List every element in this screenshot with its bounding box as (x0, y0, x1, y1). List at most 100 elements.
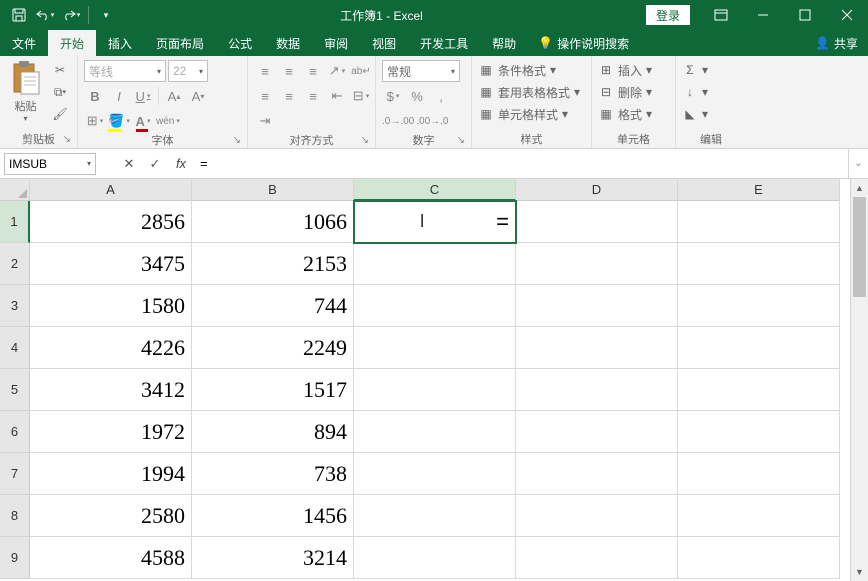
align-right-icon[interactable]: ≡ (302, 85, 324, 107)
cell-b5[interactable]: 1517 (192, 369, 354, 411)
fill-color-button[interactable]: 🪣▾ (108, 110, 130, 132)
qat-customize-icon[interactable]: ▾ (95, 4, 117, 26)
cell-b4[interactable]: 2249 (192, 327, 354, 369)
cell-a5[interactable]: 3412 (30, 369, 192, 411)
formula-input[interactable] (194, 153, 848, 175)
format-as-table-button[interactable]: ▦套用表格格式▾ (478, 82, 580, 102)
expand-formula-bar-icon[interactable]: ⌄ (848, 149, 868, 178)
tab-developer[interactable]: 开发工具 (408, 30, 480, 56)
merge-center-icon[interactable]: ⊟▾ (350, 85, 372, 107)
cell-a7[interactable]: 1994 (30, 453, 192, 495)
align-top-icon[interactable]: ≡ (254, 60, 276, 82)
login-button[interactable]: 登录 (646, 5, 690, 25)
tab-data[interactable]: 数据 (264, 30, 312, 56)
scroll-thumb[interactable] (853, 197, 866, 297)
cell-d9[interactable] (516, 537, 678, 579)
percent-format-icon[interactable]: % (406, 85, 428, 107)
cell-e3[interactable] (678, 285, 840, 327)
italic-button[interactable]: I (108, 85, 130, 107)
align-middle-icon[interactable]: ≡ (278, 60, 300, 82)
decrease-indent-icon[interactable]: ⇤ (326, 85, 348, 107)
format-cells-button[interactable]: ▦格式▾ (598, 104, 652, 124)
ribbon-options-icon[interactable] (700, 0, 742, 30)
close-icon[interactable] (826, 0, 868, 30)
cell-a2[interactable]: 3475 (30, 243, 192, 285)
row-header-8[interactable]: 8 (0, 495, 30, 537)
tab-file[interactable]: 文件 (0, 30, 48, 56)
row-header-5[interactable]: 5 (0, 369, 30, 411)
row-header-3[interactable]: 3 (0, 285, 30, 327)
tab-help[interactable]: 帮助 (480, 30, 528, 56)
cell-d3[interactable] (516, 285, 678, 327)
cell-c2[interactable] (354, 243, 516, 285)
cell-d1[interactable] (516, 201, 678, 243)
cell-c1[interactable]: I= (354, 201, 516, 243)
increase-font-icon[interactable]: A▴ (163, 85, 185, 107)
decrease-font-icon[interactable]: A▾ (187, 85, 209, 107)
scroll-track[interactable] (851, 197, 868, 563)
row-header-7[interactable]: 7 (0, 453, 30, 495)
column-header-d[interactable]: D (516, 179, 678, 201)
scroll-down-icon[interactable]: ▼ (851, 563, 868, 581)
cell-e6[interactable] (678, 411, 840, 453)
name-box[interactable]: IMSUB▾ (4, 153, 96, 175)
vertical-scrollbar[interactable]: ▲ ▼ (850, 179, 868, 581)
phonetic-button[interactable]: wén▾ (156, 110, 180, 132)
cut-icon[interactable]: ✂ (49, 60, 71, 80)
tab-insert[interactable]: 插入 (96, 30, 144, 56)
tab-home[interactable]: 开始 (48, 30, 96, 56)
save-icon[interactable] (8, 4, 30, 26)
font-color-button[interactable]: A▾ (132, 110, 154, 132)
increase-decimal-icon[interactable]: .0→.00 (382, 110, 414, 132)
number-format-select[interactable]: 常规▾ (382, 60, 460, 82)
cell-e1[interactable] (678, 201, 840, 243)
cell-e5[interactable] (678, 369, 840, 411)
redo-icon[interactable]: ▾ (60, 4, 82, 26)
cell-d6[interactable] (516, 411, 678, 453)
cell-d5[interactable] (516, 369, 678, 411)
row-header-1[interactable]: 1 (0, 201, 30, 243)
cancel-formula-icon[interactable]: ✕ (116, 153, 142, 175)
conditional-formatting-button[interactable]: ▦条件格式▾ (478, 60, 580, 80)
copy-icon[interactable]: ⧉▾ (49, 82, 71, 102)
scroll-up-icon[interactable]: ▲ (851, 179, 868, 197)
insert-cells-button[interactable]: ⊞插入▾ (598, 60, 652, 80)
cell-d8[interactable] (516, 495, 678, 537)
select-all-corner[interactable] (0, 179, 30, 201)
increase-indent-icon[interactable]: ⇥ (254, 110, 276, 132)
tab-review[interactable]: 审阅 (312, 30, 360, 56)
undo-icon[interactable]: ▾ (34, 4, 56, 26)
row-header-9[interactable]: 9 (0, 537, 30, 579)
delete-cells-button[interactable]: ⊟删除▾ (598, 82, 652, 102)
cell-d7[interactable] (516, 453, 678, 495)
cell-e9[interactable] (678, 537, 840, 579)
cell-d2[interactable] (516, 243, 678, 285)
cell-b2[interactable]: 2153 (192, 243, 354, 285)
font-launcher-icon[interactable]: ↘ (233, 135, 241, 146)
cell-a1[interactable]: 2856 (30, 201, 192, 243)
font-size-select[interactable]: 22▾ (168, 60, 208, 82)
tell-me[interactable]: 💡 操作说明搜索 (528, 35, 639, 52)
cell-c3[interactable] (354, 285, 516, 327)
column-header-c[interactable]: C (354, 179, 516, 201)
cell-e7[interactable] (678, 453, 840, 495)
clipboard-launcher-icon[interactable]: ↘ (63, 134, 71, 145)
insert-function-icon[interactable]: fx (168, 153, 194, 175)
autosum-button[interactable]: Σ▾ (682, 60, 708, 80)
cell-c4[interactable] (354, 327, 516, 369)
row-header-2[interactable]: 2 (0, 243, 30, 285)
cell-c9[interactable] (354, 537, 516, 579)
paste-button[interactable]: 粘贴 ▾ (6, 60, 45, 123)
accounting-format-icon[interactable]: $▾ (382, 85, 404, 107)
align-center-icon[interactable]: ≡ (278, 85, 300, 107)
column-header-e[interactable]: E (678, 179, 840, 201)
row-header-6[interactable]: 6 (0, 411, 30, 453)
column-header-a[interactable]: A (30, 179, 192, 201)
border-button[interactable]: ⊞▾ (84, 110, 106, 132)
cell-e2[interactable] (678, 243, 840, 285)
cell-a9[interactable]: 4588 (30, 537, 192, 579)
maximize-icon[interactable] (784, 0, 826, 30)
cell-c7[interactable] (354, 453, 516, 495)
worksheet-grid[interactable]: A B C D E 1 2856 1066 I= 2 3475 2153 3 1… (0, 179, 868, 581)
cell-e4[interactable] (678, 327, 840, 369)
